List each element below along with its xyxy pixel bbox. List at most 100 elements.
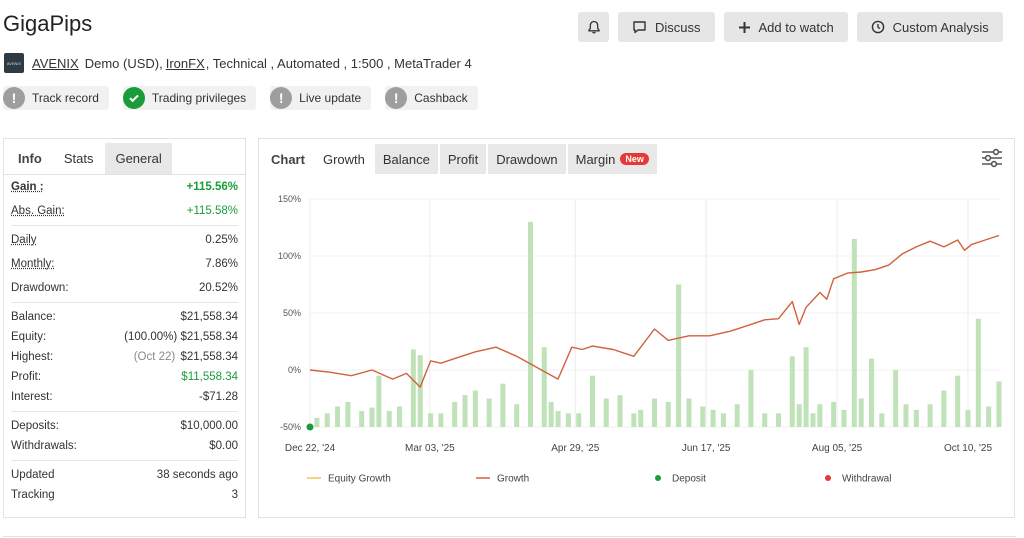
legend-label: Withdrawal	[842, 474, 891, 485]
growth-bar	[789, 356, 795, 427]
divider	[11, 411, 238, 412]
tab-drawdown[interactable]: Drawdown	[488, 144, 566, 174]
growth-bar	[762, 413, 768, 427]
growth-bar	[369, 407, 375, 427]
growth-bar	[397, 406, 403, 427]
monthly-value: 7.86%	[205, 258, 238, 270]
growth-bar	[893, 370, 899, 427]
badge-trading-privileges[interactable]: Trading privileges	[122, 86, 257, 110]
chat-icon	[633, 21, 646, 34]
monthly-label[interactable]: Monthly:	[11, 258, 54, 270]
clock-icon	[871, 20, 884, 34]
gain-value: +115.56%	[186, 181, 238, 193]
highest-date: (Oct 22)	[133, 351, 176, 363]
growth-bar	[589, 375, 595, 427]
growth-bar	[314, 417, 320, 427]
y-tick-label: -50%	[280, 422, 301, 432]
discuss-label: Discuss	[655, 19, 701, 35]
abs-gain-label[interactable]: Abs. Gain:	[11, 205, 65, 217]
growth-bar	[527, 221, 533, 427]
equity-percent: (100.00%)	[124, 331, 178, 343]
withdrawals-value: $0.00	[209, 440, 238, 452]
tab-info[interactable]: Info	[8, 143, 52, 174]
tab-margin[interactable]: Margin New	[567, 144, 657, 174]
growth-bar	[376, 375, 382, 427]
growth-bar	[617, 395, 623, 427]
exclamation-icon: !	[385, 87, 408, 109]
tab-stats[interactable]: Stats	[53, 143, 104, 174]
discuss-button[interactable]: Discuss	[618, 12, 715, 42]
y-tick-label: 0%	[288, 365, 301, 375]
growth-bar	[941, 390, 947, 427]
stats-tabs: Info Stats General	[4, 139, 245, 175]
deposits-label: Deposits:	[11, 420, 59, 432]
legend-swatch	[655, 475, 661, 481]
deposit-point	[306, 423, 314, 431]
gain-label[interactable]: Gain :	[11, 181, 44, 193]
growth-bar	[879, 413, 885, 427]
growth-bar	[359, 411, 365, 427]
drawdown-label: Drawdown:	[11, 282, 69, 294]
stats-panel: Info Stats General Gain : +115.56% Abs. …	[3, 138, 246, 518]
balance-label: Balance:	[11, 311, 56, 323]
stat-row-updated: Updated 38 seconds ago	[11, 465, 238, 485]
badge-label: Track record	[32, 91, 99, 105]
tab-general[interactable]: General	[105, 143, 172, 174]
equity-value: (100.00%) $21,558.34	[124, 331, 238, 343]
stat-row-monthly: Monthly: 7.86%	[11, 254, 238, 274]
custom-analysis-button[interactable]: Custom Analysis	[856, 12, 1003, 42]
system-details: , Technical , Automated , 1:500 , MetaTr…	[205, 55, 472, 71]
x-tick-label: Aug 05, '25	[812, 443, 863, 454]
growth-bar	[631, 413, 637, 427]
profit-label: Profit:	[11, 371, 42, 383]
growth-bar	[810, 413, 816, 427]
badge-cashback[interactable]: ! Cashback	[385, 86, 478, 110]
growth-bar	[386, 411, 392, 427]
badge-track-record[interactable]: ! Track record	[3, 86, 109, 110]
drawdown-value: 20.52%	[198, 282, 238, 294]
stat-row-abs-gain: Abs. Gain: +115.58%	[11, 201, 238, 221]
tab-chart[interactable]: Chart	[263, 144, 313, 174]
daily-label[interactable]: Daily	[11, 234, 37, 246]
badge-live-update[interactable]: ! Live update	[270, 86, 372, 110]
growth-bar	[803, 347, 809, 427]
notifications-button[interactable]	[578, 12, 609, 42]
growth-bar	[841, 409, 847, 427]
profit-value: $11,558.34	[181, 371, 238, 383]
badge-label: Trading privileges	[151, 91, 247, 105]
stat-row-tracking: Tracking 3	[11, 485, 238, 505]
growth-bar	[652, 398, 657, 427]
daily-value: 0.25%	[205, 234, 238, 246]
stat-row-equity: Equity: (100.00%) $21,558.34	[11, 327, 238, 347]
growth-bar	[676, 284, 682, 427]
tab-profit[interactable]: Profit	[439, 144, 487, 174]
growth-bar	[817, 404, 823, 427]
divider	[11, 225, 238, 226]
chart-settings-icon[interactable]	[980, 146, 1004, 170]
updated-label: Updated	[11, 469, 55, 481]
broker-link[interactable]: IronFX	[166, 56, 205, 71]
y-tick-label: 50%	[283, 308, 301, 318]
tab-growth[interactable]: Growth	[314, 144, 373, 174]
page-title: GigaPips	[3, 11, 93, 36]
growth-bar	[452, 401, 458, 427]
growth-bar	[986, 406, 992, 427]
deposits-value: $10,000.00	[180, 420, 238, 432]
x-tick-label: Apr 29, '25	[551, 443, 599, 454]
highest-value: (Oct 22) $21,558.34	[134, 351, 238, 363]
add-to-watch-button[interactable]: Add to watch	[723, 12, 848, 42]
growth-bar	[603, 398, 609, 427]
system-name-link[interactable]: AVENIX	[32, 56, 79, 71]
growth-bar	[410, 349, 416, 427]
growth-bar	[438, 413, 444, 427]
growth-bar	[514, 404, 520, 427]
stat-row-profit: Profit: $11,558.34	[11, 367, 238, 387]
growth-bar	[858, 398, 864, 427]
growth-bar	[965, 409, 971, 427]
interest-value: -$71.28	[198, 391, 238, 403]
system-logo: AVENIX	[4, 53, 24, 73]
growth-bar	[417, 355, 423, 427]
growth-bar	[486, 398, 492, 427]
growth-bar	[686, 398, 692, 427]
tab-balance[interactable]: Balance	[374, 144, 438, 174]
